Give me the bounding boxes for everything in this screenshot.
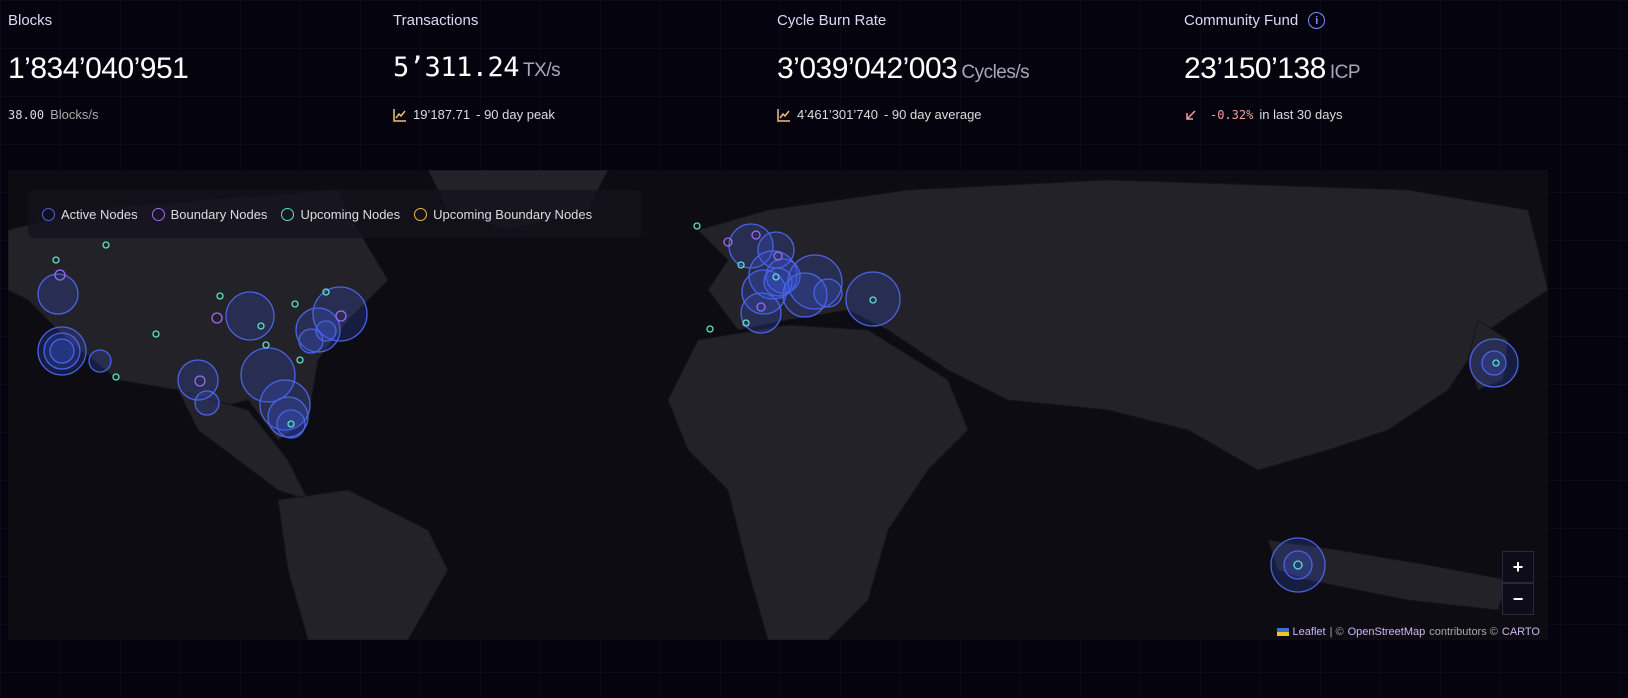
active-node-marker[interactable]: [845, 271, 901, 327]
upcoming-node-marker[interactable]: [262, 341, 270, 349]
active-node-marker[interactable]: [1481, 350, 1507, 376]
active-node-icon: [42, 207, 55, 221]
stat-label: Community Fund i: [1184, 12, 1326, 29]
upcoming-node-marker[interactable]: [296, 356, 304, 364]
active-node-marker[interactable]: [49, 338, 75, 364]
upcoming-node-marker[interactable]: [291, 300, 299, 308]
map-legend: Active Nodes Boundary Nodes Upcoming Nod…: [28, 190, 642, 238]
upcoming-node-marker[interactable]: [152, 330, 160, 338]
stat-sub: 38.00 Blocks/s: [8, 107, 99, 122]
legend-active-nodes[interactable]: Active Nodes: [42, 207, 138, 222]
openstreetmap-link[interactable]: OpenStreetMap: [1348, 626, 1426, 638]
upcoming-node-marker[interactable]: [112, 373, 120, 381]
upcoming-node-marker[interactable]: [52, 256, 60, 264]
stat-label: Transactions: [393, 12, 479, 29]
upcoming-node-icon: [281, 207, 295, 221]
stat-value: 3’039’042’003 Cycles/s: [777, 52, 1030, 85]
upcoming-boundary-node-icon: [414, 207, 428, 221]
active-node-marker[interactable]: [1283, 550, 1313, 580]
ukraine-flag-icon: [1276, 628, 1289, 636]
legend-upcoming-boundary-nodes[interactable]: Upcoming Boundary Nodes: [414, 207, 592, 222]
stat-value: 5’311.24 TX/s: [393, 52, 561, 83]
active-node-marker[interactable]: [740, 292, 782, 334]
boundary-node-icon: [151, 207, 165, 221]
stat-label: Cycle Burn Rate: [777, 12, 887, 29]
active-node-marker[interactable]: [315, 320, 337, 342]
map-attribution: Leaflet | © OpenStreetMap contributors ©…: [1276, 626, 1540, 638]
active-node-marker[interactable]: [813, 278, 843, 308]
carto-link[interactable]: CARTO: [1502, 626, 1540, 638]
stat-sub: 19’187.71- 90 day peak: [393, 107, 555, 122]
stat-sub: 4’461’301’740- 90 day average: [777, 107, 982, 122]
active-node-marker[interactable]: [88, 349, 112, 373]
boundary-node-marker[interactable]: [211, 312, 223, 324]
legend-boundary-nodes[interactable]: Boundary Nodes: [151, 207, 267, 222]
arrow-down-left-icon: [1186, 109, 1196, 120]
active-node-marker[interactable]: [276, 409, 306, 439]
leaflet-link[interactable]: Leaflet: [1293, 626, 1326, 638]
stat-value: 23’150’138 ICP: [1184, 52, 1361, 85]
upcoming-node-marker[interactable]: [216, 292, 224, 300]
info-icon[interactable]: i: [1308, 12, 1326, 29]
chart-line-icon: [393, 108, 406, 122]
zoom-in-button[interactable]: +: [1502, 551, 1534, 583]
stat-label: Blocks: [8, 12, 53, 29]
chart-line-icon: [777, 108, 790, 122]
node-map[interactable]: Active Nodes Boundary Nodes Upcoming Nod…: [8, 170, 1548, 640]
node-markers: [37, 222, 1519, 593]
zoom-out-button[interactable]: −: [1502, 583, 1534, 615]
upcoming-node-marker[interactable]: [102, 241, 110, 249]
active-node-marker[interactable]: [225, 291, 275, 341]
upcoming-node-marker[interactable]: [693, 222, 701, 230]
stat-value: 1’834’040’951: [8, 52, 189, 85]
stat-sub: -0.32% in last 30 days: [1184, 107, 1342, 122]
active-node-marker[interactable]: [194, 390, 220, 416]
legend-upcoming-nodes[interactable]: Upcoming Nodes: [281, 207, 400, 222]
upcoming-node-marker[interactable]: [706, 325, 714, 333]
